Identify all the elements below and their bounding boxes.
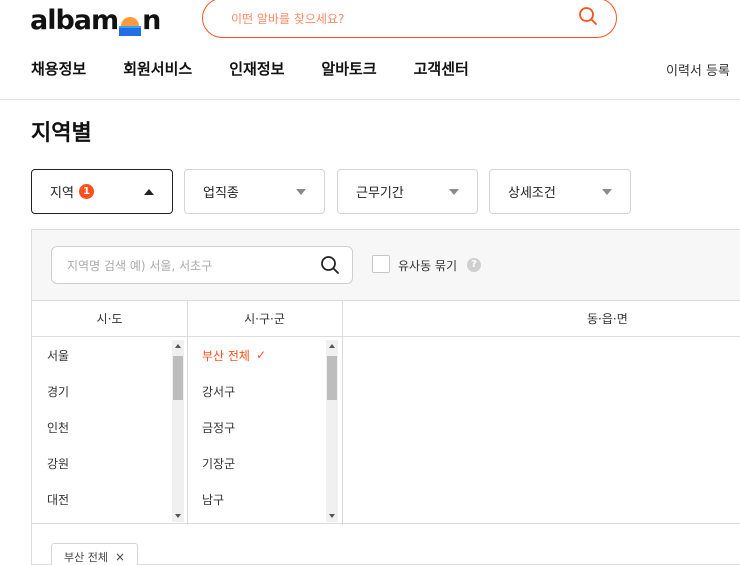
nav-customer-center[interactable]: 고객센터 <box>414 58 469 79</box>
nav-albatalk[interactable]: 알바토크 <box>321 58 376 79</box>
help-icon[interactable]: ? <box>467 258 481 272</box>
scroll-up-arrow-icon[interactable] <box>175 344 181 348</box>
list-item[interactable]: 금정구 <box>202 409 327 445</box>
search-placeholder: 이떤 알바를 찾으세요? <box>231 11 345 26</box>
scroll-up-arrow-icon[interactable] <box>329 344 335 348</box>
list-item[interactable]: 기장군 <box>202 445 327 481</box>
search-icon[interactable] <box>578 6 598 30</box>
filter-label: 상세조건 <box>508 186 556 201</box>
region-search-input[interactable]: 지역명 검색 예) 서울, 서초구 <box>51 246 353 284</box>
global-nav: 채용정보 회원서비스 인재정보 알바토크 고객센터 <box>31 58 506 79</box>
scroll-down-arrow-icon[interactable] <box>329 514 335 518</box>
column-header-sido: 시·도 <box>32 300 187 337</box>
list-item-selected[interactable]: 부산 전체 ✓ <box>202 337 327 373</box>
job-search-input[interactable]: 이떤 알바를 찾으세요? <box>202 0 617 38</box>
scroll-thumb[interactable] <box>173 356 183 400</box>
nav-talent[interactable]: 인재정보 <box>229 58 284 79</box>
nav-jobs[interactable]: 채용정보 <box>31 58 86 79</box>
close-icon[interactable]: × <box>115 550 125 564</box>
chevron-up-icon <box>144 189 154 195</box>
filter-count-badge: 1 <box>78 184 94 199</box>
resume-register-link[interactable]: 이력서 등록 <box>666 60 730 79</box>
similar-dong-label[interactable]: 유사동 묶기 <box>398 257 457 274</box>
filter-label: 근무기간 <box>356 186 404 201</box>
sigungu-scrollbar[interactable] <box>326 340 338 522</box>
scroll-down-arrow-icon[interactable] <box>175 514 181 518</box>
selected-region-chip: 부산 전체 × <box>51 543 139 565</box>
column-divider <box>187 300 188 525</box>
list-item[interactable]: 남구 <box>202 481 327 517</box>
filter-period-button[interactable]: 근무기간 <box>337 169 478 214</box>
column-divider <box>342 300 343 525</box>
logo-sun-icon <box>119 12 142 36</box>
logo-text-right: n <box>142 4 161 36</box>
filter-label: 업직종 <box>203 186 239 201</box>
filter-detail-button[interactable]: 상세조건 <box>489 169 631 214</box>
list-item[interactable]: 서울 <box>47 337 172 373</box>
region-panel: 지역명 검색 예) 서울, 서초구 유사동 묶기 ? 시·도 시·구·군 동·읍… <box>31 229 740 565</box>
logo-text-left: albam <box>30 4 119 36</box>
search-icon[interactable] <box>320 255 340 279</box>
list-item[interactable]: 강원 <box>47 445 172 481</box>
column-header-sigungu: 시·구·군 <box>187 300 342 337</box>
list-item-label: 부산 전체 <box>202 348 250 363</box>
similar-dong-checkbox[interactable] <box>372 255 390 273</box>
list-item[interactable]: 경기 <box>47 373 172 409</box>
sido-list: 서울 경기 인천 강원 대전 <box>47 337 172 524</box>
list-item[interactable]: 인천 <box>47 409 172 445</box>
filter-label: 지역 <box>50 186 74 201</box>
scroll-thumb[interactable] <box>327 356 337 400</box>
panel-divider <box>32 523 740 524</box>
chip-label: 부산 전체 <box>64 551 108 564</box>
sigungu-list: 부산 전체 ✓ 강서구 금정구 기장군 남구 <box>202 337 327 524</box>
region-search-placeholder: 지역명 검색 예) 서울, 서초구 <box>67 258 213 273</box>
sido-scrollbar[interactable] <box>172 340 184 522</box>
nav-member-service[interactable]: 회원서비스 <box>123 58 192 79</box>
filter-job-type-button[interactable]: 업직종 <box>184 169 325 214</box>
albamon-logo[interactable]: albam n <box>30 2 161 38</box>
chevron-down-icon <box>602 189 612 195</box>
filter-region-button[interactable]: 지역 1 <box>31 169 173 214</box>
list-item[interactable]: 대전 <box>47 481 172 517</box>
list-item[interactable]: 강서구 <box>202 373 327 409</box>
chevron-down-icon <box>449 189 459 195</box>
page-title: 지역별 <box>31 121 92 146</box>
check-icon: ✓ <box>255 348 267 362</box>
column-header-dong: 동·읍·면 <box>342 300 740 337</box>
chevron-down-icon <box>296 189 306 195</box>
header-divider <box>0 99 740 100</box>
